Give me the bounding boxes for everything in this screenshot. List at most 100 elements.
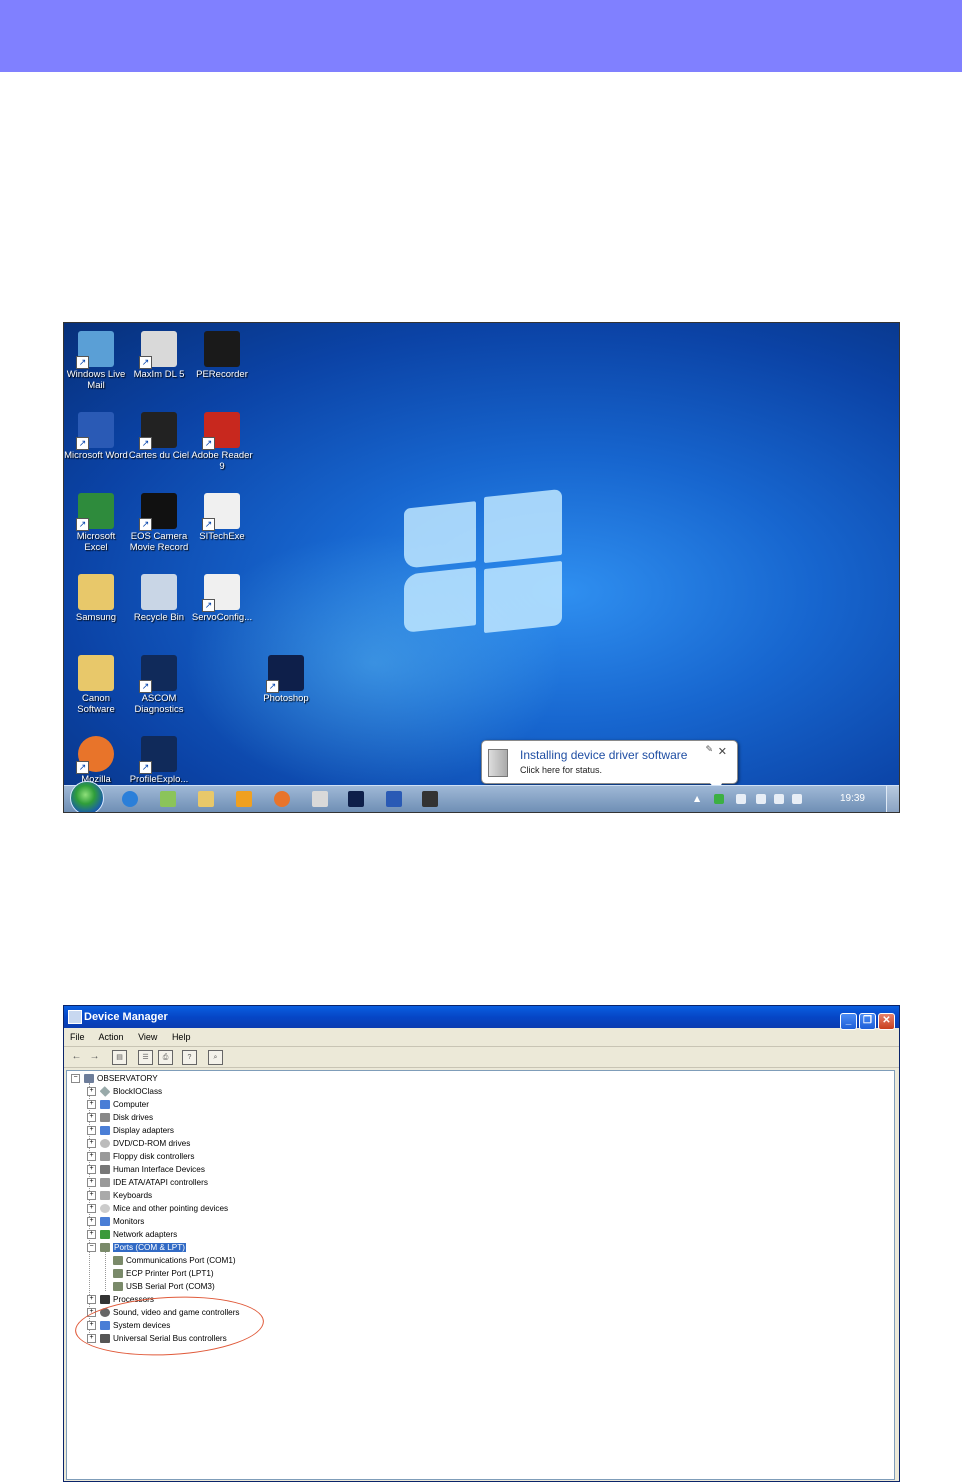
desktop-icon-profile-explorer[interactable]: ↗ ProfileExplo... <box>127 736 191 785</box>
sitech-icon: ↗ <box>202 493 240 531</box>
processor-icon <box>100 1295 110 1305</box>
photoshop-icon[interactable] <box>348 791 364 807</box>
tree-item-hid[interactable]: + Human Interface Devices <box>87 1164 205 1175</box>
tree-item-blockioclass[interactable]: + BlockIOClass <box>87 1086 162 1098</box>
tree-item-network-adapters[interactable]: + Network adapters <box>87 1229 177 1240</box>
word-icon: ↗ <box>76 412 114 450</box>
tree-item-dvd-cdrom[interactable]: + DVD/CD-ROM drives <box>87 1138 190 1149</box>
tree-item-display-adapters[interactable]: + Display adapters <box>87 1125 174 1136</box>
desktop-icon-ascom-diagnostics[interactable]: ↗ ASCOM Diagnostics <box>127 655 191 715</box>
minimize-button[interactable]: _ <box>840 1013 857 1030</box>
expand-icon[interactable]: + <box>87 1191 96 1201</box>
expand-icon[interactable]: + <box>87 1204 96 1214</box>
desktop-icon-cartes-du-ciel[interactable]: ↗ Cartes du Ciel <box>127 412 191 461</box>
tree-item-ide[interactable]: + IDE ATA/ATAPI controllers <box>87 1177 208 1188</box>
start-button[interactable] <box>70 781 104 812</box>
desktop-icon-canon-software[interactable]: Canon Software <box>64 655 128 715</box>
menu-action[interactable]: Action <box>99 1032 124 1042</box>
desktop-icon-perecorder[interactable]: PERecorder <box>190 331 254 380</box>
tree-item-mice[interactable]: + Mice and other pointing devices <box>87 1203 228 1214</box>
expand-icon[interactable]: + <box>87 1178 96 1188</box>
cartes-du-ciel-icon[interactable] <box>422 791 438 807</box>
tree-root[interactable]: − OBSERVATORY <box>71 1073 158 1084</box>
desktop-icon-windows-live-mail[interactable]: ↗ Windows Live Mail <box>64 331 128 391</box>
desktop-icon-microsoft-word[interactable]: ↗ Microsoft Word <box>64 412 128 461</box>
menu-help[interactable]: Help <box>172 1032 191 1042</box>
disk-drive-icon <box>100 1113 110 1123</box>
driver-install-notification[interactable]: Installing device driver software Click … <box>481 740 738 793</box>
expand-icon[interactable]: + <box>87 1230 96 1240</box>
volume-icon[interactable] <box>792 794 802 804</box>
device-tree: − OBSERVATORY + BlockIOClass + Computer + Di… <box>66 1070 895 1480</box>
expand-icon[interactable]: + <box>87 1100 96 1110</box>
flag-icon[interactable] <box>736 794 746 804</box>
clock[interactable]: 19:39 <box>840 793 865 804</box>
media-player-icon[interactable] <box>236 791 252 807</box>
notification-subtitle: Click here for status. <box>520 765 603 775</box>
expand-icon[interactable]: + <box>87 1087 96 1097</box>
comet-icon: ↗ <box>139 412 177 450</box>
desktop-icon-eos-camera[interactable]: ↗ EOS Camera Movie Record <box>127 493 191 553</box>
desktop-icon-mozilla[interactable]: ↗ Mozilla <box>64 736 128 785</box>
help-icon[interactable]: ? <box>182 1050 197 1065</box>
messenger-icon[interactable] <box>160 791 176 807</box>
forward-arrow-icon[interactable]: → <box>88 1050 101 1063</box>
word-icon[interactable] <box>386 791 402 807</box>
folder-icon <box>78 655 114 691</box>
cd-drive-icon <box>100 1139 110 1149</box>
console-tree-icon[interactable]: ▤ <box>112 1050 127 1065</box>
desktop-icon-samsung[interactable]: Samsung <box>64 574 128 623</box>
firefox-icon[interactable] <box>274 791 290 807</box>
device-install-icon[interactable] <box>714 794 724 804</box>
desktop-icon-microsoft-excel[interactable]: ↗ Microsoft Excel <box>64 493 128 553</box>
print-icon[interactable]: ⎙ <box>158 1050 173 1065</box>
desktop-icon-recycle-bin[interactable]: Recycle Bin <box>127 574 191 623</box>
tree-item-com3[interactable]: USB Serial Port (COM3) <box>113 1281 215 1292</box>
tree-item-ports[interactable]: − Ports (COM & LPT) <box>87 1242 186 1253</box>
properties-icon[interactable]: ☰ <box>138 1050 153 1065</box>
close-icon[interactable]: ✕ <box>718 745 727 758</box>
expand-icon[interactable]: + <box>87 1152 96 1162</box>
expand-icon[interactable]: + <box>87 1113 96 1123</box>
desktop-icon-servoconfig[interactable]: ↗ ServoConfig... <box>190 574 254 623</box>
maxim-icon[interactable] <box>312 791 328 807</box>
restore-button[interactable]: ❐ <box>859 1013 876 1030</box>
tree-item-lpt1[interactable]: ECP Printer Port (LPT1) <box>113 1268 214 1279</box>
tree-item-computer[interactable]: + Computer <box>87 1099 149 1110</box>
close-button[interactable]: ✕ <box>878 1013 895 1030</box>
back-arrow-icon[interactable]: ← <box>70 1050 83 1063</box>
collapse-icon[interactable]: − <box>71 1074 80 1084</box>
menu-file[interactable]: File <box>70 1032 85 1042</box>
chevron-up-icon[interactable]: ▲ <box>694 794 704 804</box>
expand-icon[interactable]: + <box>87 1126 96 1136</box>
collapse-icon[interactable]: − <box>87 1243 96 1253</box>
device-manager-window: Device Manager _ ❐ ✕ File Action View Help… <box>63 1005 900 1482</box>
menu-view[interactable]: View <box>138 1032 157 1042</box>
computer-icon <box>100 1100 110 1110</box>
tree-item-com1[interactable]: Communications Port (COM1) <box>113 1255 236 1266</box>
internet-explorer-icon[interactable] <box>122 791 138 807</box>
tree-item-monitors[interactable]: + Monitors <box>87 1216 144 1227</box>
desktop-icon-sitechexe[interactable]: ↗ SITechExe <box>190 493 254 542</box>
photoshop-icon: ↗ <box>266 655 304 693</box>
tree-item-floppy[interactable]: + Floppy disk controllers <box>87 1151 194 1162</box>
windows-live-mail-icon: ↗ <box>76 331 114 369</box>
title-bar[interactable]: Device Manager _ ❐ ✕ <box>64 1006 899 1030</box>
pin-icon[interactable]: ✎ <box>705 745 713 755</box>
show-desktop-button[interactable] <box>886 786 899 812</box>
expand-icon[interactable]: + <box>87 1217 96 1227</box>
expand-icon[interactable]: + <box>87 1165 96 1175</box>
desktop-icon-adobe-reader[interactable]: ↗ Adobe Reader 9 <box>190 412 254 472</box>
explorer-folder-icon[interactable] <box>198 791 214 807</box>
tree-item-keyboards[interactable]: + Keyboards <box>87 1190 152 1201</box>
battery-icon[interactable] <box>756 794 766 804</box>
firefox-icon: ↗ <box>76 736 114 774</box>
signal-icon[interactable] <box>774 794 784 804</box>
scan-hardware-icon[interactable]: ⌕ <box>208 1050 223 1065</box>
desktop-icon-photoshop[interactable]: ↗ Photoshop <box>254 655 318 704</box>
device-manager-icon <box>68 1010 82 1024</box>
desktop-icon-maxim-dl[interactable]: ↗ MaxIm DL 5 <box>127 331 191 380</box>
expand-icon[interactable]: + <box>87 1139 96 1149</box>
expand-icon[interactable]: + <box>87 1295 96 1305</box>
tree-item-disk-drives[interactable]: + Disk drives <box>87 1112 153 1123</box>
